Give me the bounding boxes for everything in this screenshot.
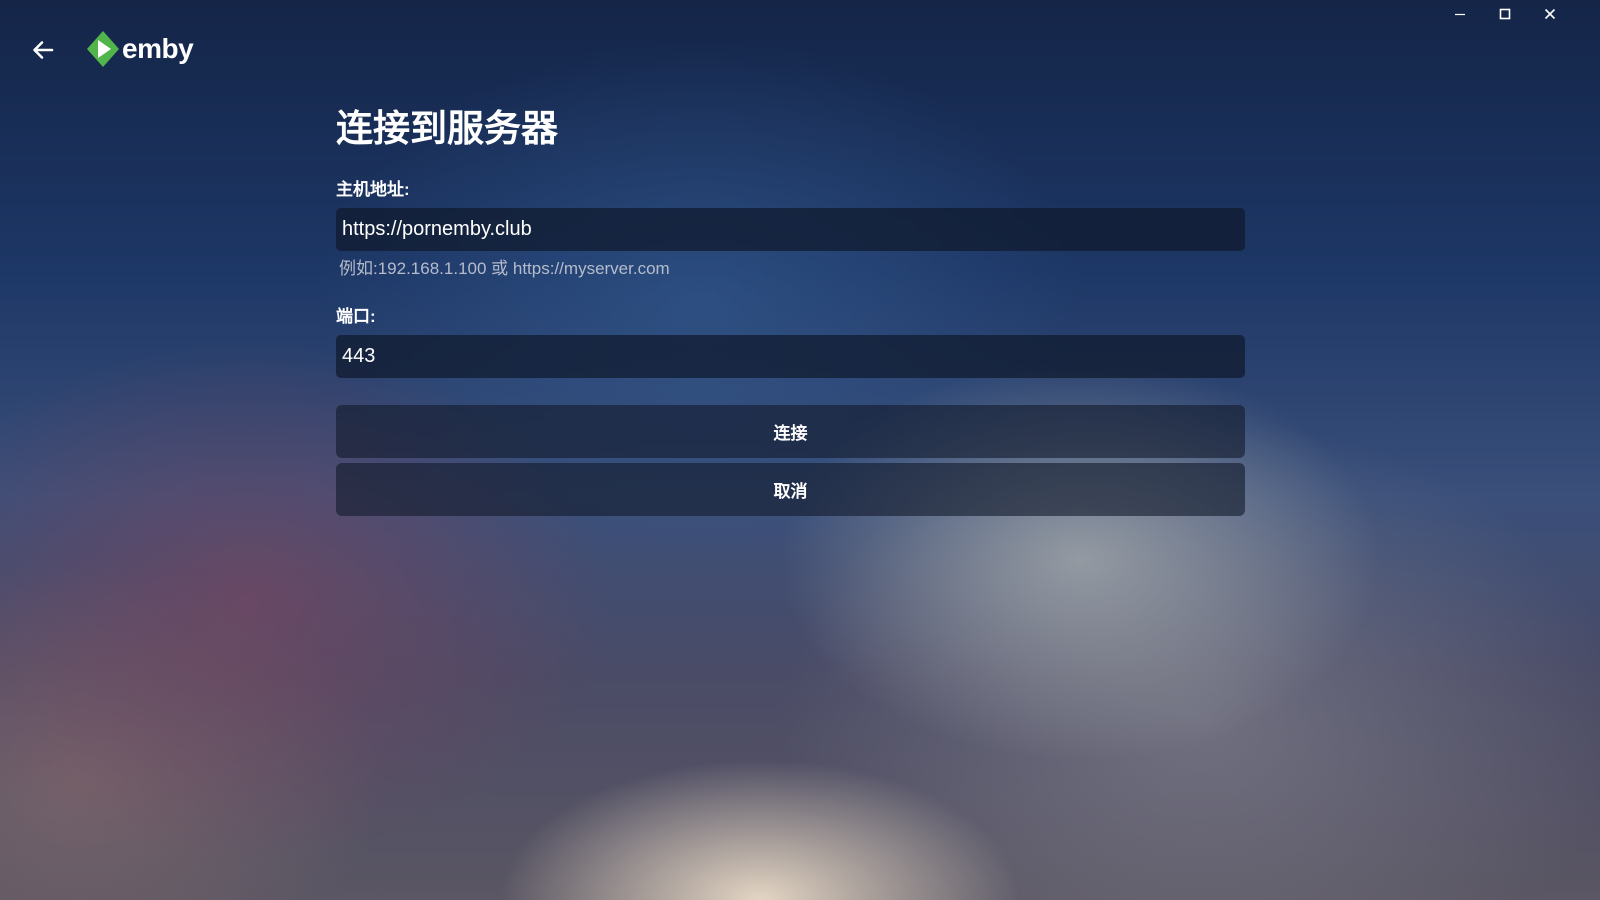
host-hint: 例如:192.168.1.100 或 https://myserver.com (339, 259, 670, 278)
emby-logo-icon (87, 31, 119, 67)
logo-text: emby (122, 33, 194, 64)
maximize-icon (1499, 8, 1510, 20)
connect-button[interactable]: 连接 (336, 405, 1245, 458)
minimize-button[interactable] (1437, 0, 1482, 28)
emby-logo: emby (86, 30, 194, 68)
window-controls (1437, 0, 1572, 28)
port-label: 端口: (336, 307, 376, 326)
arrow-left-icon (33, 41, 54, 59)
connect-form: 连接到服务器 主机地址: 例如:192.168.1.100 或 https://… (336, 100, 1245, 516)
close-icon (1544, 8, 1555, 20)
page-title: 连接到服务器 (336, 108, 558, 149)
cancel-button[interactable]: 取消 (336, 463, 1245, 516)
minimize-icon (1454, 13, 1465, 16)
close-button[interactable] (1527, 0, 1572, 28)
maximize-button[interactable] (1482, 0, 1527, 28)
host-input[interactable] (336, 208, 1245, 251)
back-button[interactable] (26, 33, 60, 67)
host-label: 主机地址: (336, 180, 410, 199)
port-input[interactable] (336, 335, 1245, 378)
